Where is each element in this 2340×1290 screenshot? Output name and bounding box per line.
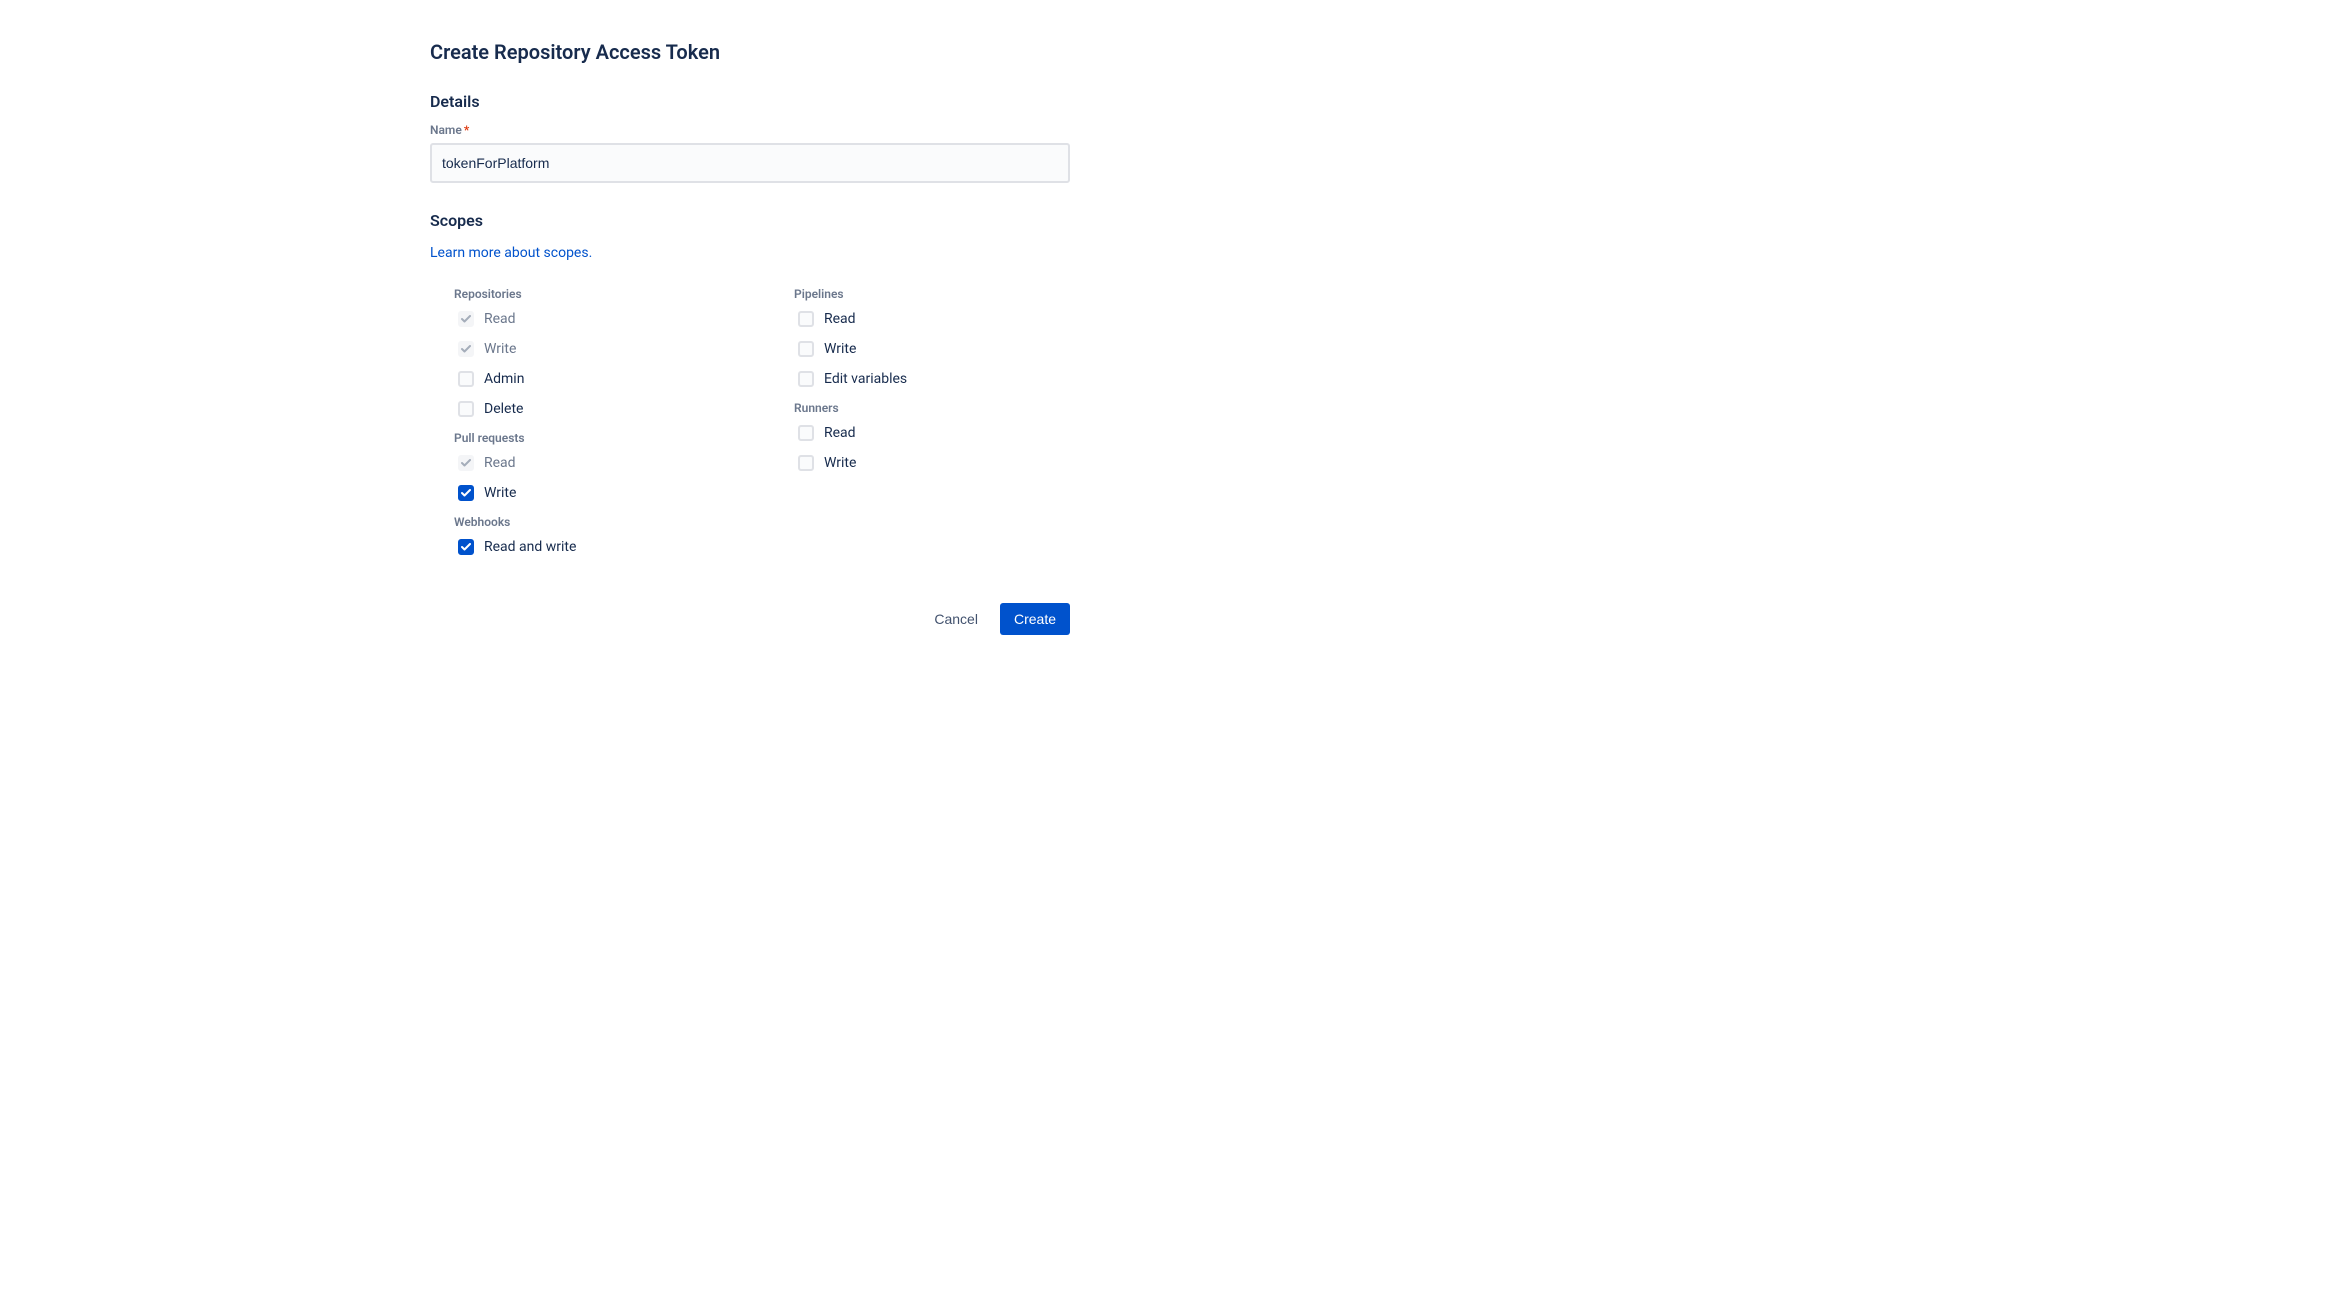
dialog-actions: Cancel Create	[430, 603, 1070, 635]
scope-label: Read	[484, 311, 516, 327]
name-field-label: Name*	[430, 123, 1070, 137]
group-runners-label: Runners	[794, 401, 1070, 415]
checkbox-repo-read	[458, 311, 474, 327]
checkbox-pipelines-write[interactable]	[798, 341, 814, 357]
scopes-grid: Repositories Read Write Admin Delete Pul…	[430, 281, 1070, 569]
scope-pipelines-editvars[interactable]: Edit variables	[794, 371, 1070, 387]
scope-repositories-read: Read	[454, 311, 730, 327]
scopes-column-left: Repositories Read Write Admin Delete Pul…	[430, 281, 730, 569]
checkbox-pipelines-read[interactable]	[798, 311, 814, 327]
scope-label: Delete	[484, 401, 523, 417]
scope-pipelines-read[interactable]: Read	[794, 311, 1070, 327]
checkbox-pr-read	[458, 455, 474, 471]
group-webhooks-label: Webhooks	[454, 515, 730, 529]
scope-webhooks-readwrite[interactable]: Read and write	[454, 539, 730, 555]
create-token-dialog: Create Repository Access Token Details N…	[430, 40, 1070, 635]
required-asterisk: *	[464, 123, 469, 137]
checkbox-pr-write[interactable]	[458, 485, 474, 501]
checkbox-repo-admin[interactable]	[458, 371, 474, 387]
scope-label: Read	[824, 425, 856, 441]
checkbox-webhooks-rw[interactable]	[458, 539, 474, 555]
learn-more-scopes-link[interactable]: Learn more about scopes.	[430, 245, 592, 261]
scope-label: Edit variables	[824, 371, 907, 387]
checkbox-repo-delete[interactable]	[458, 401, 474, 417]
scope-runners-write[interactable]: Write	[794, 455, 1070, 471]
group-repositories-label: Repositories	[454, 287, 730, 301]
checkbox-repo-write	[458, 341, 474, 357]
group-pullrequests-label: Pull requests	[454, 431, 730, 445]
scope-label: Write	[484, 485, 516, 501]
scope-label: Write	[824, 455, 856, 471]
scope-repositories-admin[interactable]: Admin	[454, 371, 730, 387]
scope-label: Write	[484, 341, 516, 357]
scope-pipelines-write[interactable]: Write	[794, 341, 1070, 357]
name-input[interactable]	[430, 143, 1070, 183]
scope-runners-read[interactable]: Read	[794, 425, 1070, 441]
checkbox-pipelines-editvars[interactable]	[798, 371, 814, 387]
checkbox-runners-write[interactable]	[798, 455, 814, 471]
cancel-button[interactable]: Cancel	[920, 603, 992, 635]
scope-label: Read	[484, 455, 516, 471]
scope-pr-read: Read	[454, 455, 730, 471]
scope-repositories-write: Write	[454, 341, 730, 357]
create-button[interactable]: Create	[1000, 603, 1070, 635]
checkbox-runners-read[interactable]	[798, 425, 814, 441]
scope-repositories-delete[interactable]: Delete	[454, 401, 730, 417]
group-pipelines-label: Pipelines	[794, 287, 1070, 301]
details-section-heading: Details	[430, 92, 1070, 111]
scopes-column-right: Pipelines Read Write Edit variables Runn…	[770, 281, 1070, 569]
dialog-title: Create Repository Access Token	[430, 40, 1070, 64]
scope-pr-write[interactable]: Write	[454, 485, 730, 501]
scope-label: Admin	[484, 371, 524, 387]
scope-label: Read	[824, 311, 856, 327]
scopes-section-heading: Scopes	[430, 211, 1070, 230]
scope-label: Write	[824, 341, 856, 357]
scope-label: Read and write	[484, 539, 576, 555]
